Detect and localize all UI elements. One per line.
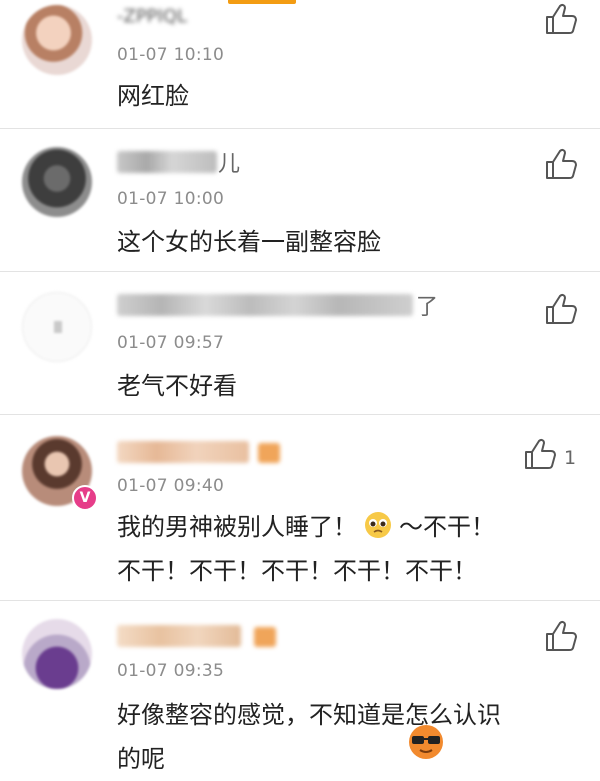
comment-item: -ZPPIQL 01-07 10:10 网红脸 [0,0,600,129]
comment-item: 01-07 09:35 好像整容的感觉，不知道是怎么认识 的呢 [0,601,600,773]
avatar[interactable] [22,619,92,689]
comment-item: 了 01-07 09:57 老气不好看 [0,272,600,415]
comment-text: 这个女的长着一副整容脸 [117,228,381,256]
username[interactable] [117,294,413,316]
thumbs-up-icon[interactable] [543,147,579,181]
thumbs-up-icon[interactable] [543,2,579,36]
username[interactable] [117,441,249,463]
username[interactable]: -ZPPIQL [117,6,221,28]
thumbs-up-icon[interactable] [543,619,579,653]
sunglasses-mascot-icon [409,725,443,759]
comment-text: 网红脸 [117,82,189,110]
thumbs-up-icon[interactable] [522,437,558,471]
username-tail: 儿 [218,152,241,177]
username[interactable] [117,151,217,173]
vip-badge-icon: V [72,485,98,511]
comment-text: 我的男神被别人睡了！ ～不干！ 不干！不干！不干！不干！不干！ [117,505,560,593]
username-tail: 了 [416,295,439,320]
avatar[interactable] [22,292,92,362]
comment-text: 好像整容的感觉，不知道是怎么认识 的呢 [117,701,501,773]
comment-text: 老气不好看 [117,372,237,400]
username[interactable] [117,625,241,647]
comment-time: 01-07 10:10 [117,45,225,65]
thumbs-up-icon[interactable] [543,292,579,326]
comment-item: 儿 01-07 10:00 这个女的长着一副整容脸 [0,129,600,272]
avatar[interactable] [22,147,92,217]
like-count: 1 [564,447,577,469]
comment-time: 01-07 09:40 [117,476,225,496]
avatar[interactable] [22,5,92,75]
pleading-face-icon [365,512,391,538]
comment-item: V 01-07 09:40 我的男神被别人睡了！ ～不干！ 不干！不干！不干！不… [0,415,600,601]
comment-time: 01-07 09:35 [117,661,225,681]
comment-time: 01-07 09:57 [117,333,225,353]
member-badge [258,443,280,463]
comment-time: 01-07 10:00 [117,189,225,209]
member-badge [254,627,276,647]
